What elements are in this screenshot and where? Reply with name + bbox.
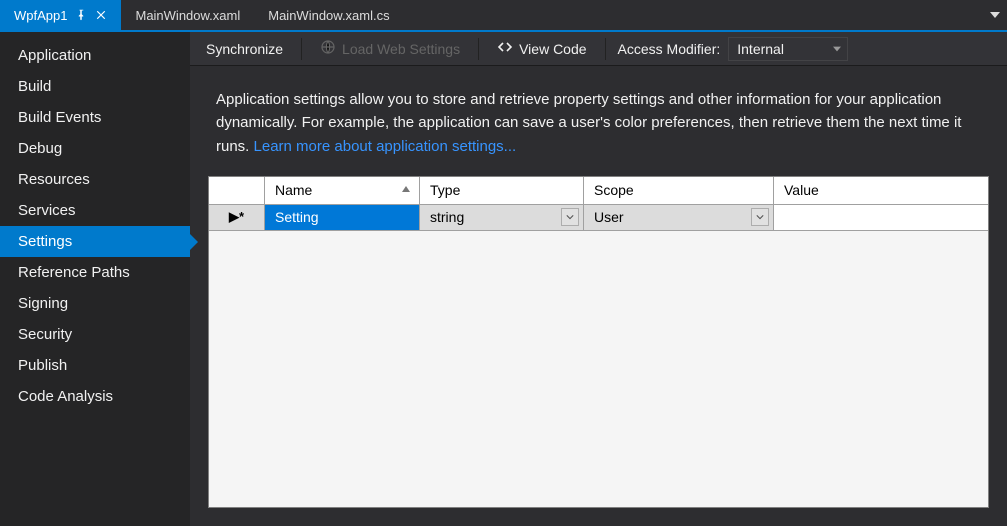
button-label: View Code	[519, 41, 586, 57]
sidebar-item-reference-paths[interactable]: Reference Paths	[0, 257, 190, 288]
settings-description: Application settings allow you to store …	[190, 66, 1007, 168]
sidebar-item-build[interactable]: Build	[0, 71, 190, 102]
document-tabbar: WpfApp1 MainWindow.xaml MainWindow.xaml.…	[0, 0, 1007, 32]
sidebar-item-publish[interactable]: Publish	[0, 350, 190, 381]
sidebar-item-resources[interactable]: Resources	[0, 164, 190, 195]
column-header-value[interactable]: Value	[774, 177, 988, 204]
chevron-down-icon	[756, 213, 764, 221]
sidebar-item-debug[interactable]: Debug	[0, 133, 190, 164]
chevron-down-icon	[833, 45, 841, 53]
sidebar-item-services[interactable]: Services	[0, 195, 190, 226]
cell-name[interactable]: Setting	[265, 205, 420, 230]
separator	[478, 38, 479, 60]
sidebar-item-application[interactable]: Application	[0, 40, 190, 71]
button-label: Load Web Settings	[342, 41, 460, 57]
pin-icon[interactable]	[75, 9, 87, 21]
sidebar-item-security[interactable]: Security	[0, 319, 190, 350]
scope-dropdown-button[interactable]	[751, 208, 769, 226]
sort-asc-icon	[401, 182, 411, 198]
new-row-glyph: ▶*	[229, 209, 244, 225]
column-header-type[interactable]: Type	[420, 177, 584, 204]
tab-label: MainWindow.xaml.cs	[268, 8, 389, 23]
sidebar-item-signing[interactable]: Signing	[0, 288, 190, 319]
separator	[605, 38, 606, 60]
tab-label: WpfApp1	[14, 8, 67, 23]
access-modifier-select[interactable]: Internal	[728, 37, 848, 61]
tab-mainwindow-xaml-cs[interactable]: MainWindow.xaml.cs	[254, 0, 403, 30]
grid-header: Name Type Scope Value	[209, 177, 988, 205]
tab-project-properties[interactable]: WpfApp1	[0, 0, 121, 30]
sidebar-item-build-events[interactable]: Build Events	[0, 102, 190, 133]
chevron-down-icon	[566, 213, 574, 221]
grid-body: ▶* Setting string User	[209, 205, 988, 507]
row-header-corner	[209, 177, 265, 204]
sidebar-item-settings[interactable]: Settings	[0, 226, 190, 257]
load-web-settings-button: Load Web Settings	[308, 35, 472, 62]
cell-value[interactable]	[774, 205, 988, 230]
view-code-button[interactable]: View Code	[485, 35, 598, 62]
tab-overflow-dropdown[interactable]	[983, 0, 1007, 30]
settings-grid: Name Type Scope Value ▶*	[208, 176, 989, 508]
column-header-scope[interactable]: Scope	[584, 177, 774, 204]
access-modifier-label: Access Modifier:	[612, 41, 727, 57]
type-dropdown-button[interactable]	[561, 208, 579, 226]
tab-mainwindow-xaml[interactable]: MainWindow.xaml	[121, 0, 254, 30]
code-icon	[497, 39, 513, 58]
project-properties-sidebar: Application Build Build Events Debug Res…	[0, 32, 190, 526]
cell-type[interactable]: string	[420, 205, 584, 230]
tab-label: MainWindow.xaml	[135, 8, 240, 23]
grid-row[interactable]: ▶* Setting string User	[209, 205, 988, 231]
column-header-name[interactable]: Name	[265, 177, 420, 204]
synchronize-button[interactable]: Synchronize	[194, 37, 295, 61]
row-indicator[interactable]: ▶*	[209, 205, 265, 230]
globe-gear-icon	[320, 39, 336, 58]
sidebar-item-code-analysis[interactable]: Code Analysis	[0, 381, 190, 412]
select-value: Internal	[737, 41, 784, 57]
learn-more-link[interactable]: Learn more about application settings...	[254, 138, 517, 155]
close-icon[interactable]	[95, 9, 107, 21]
cell-scope[interactable]: User	[584, 205, 774, 230]
separator	[301, 38, 302, 60]
settings-toolbar: Synchronize Load Web Settings View Code …	[190, 32, 1007, 66]
